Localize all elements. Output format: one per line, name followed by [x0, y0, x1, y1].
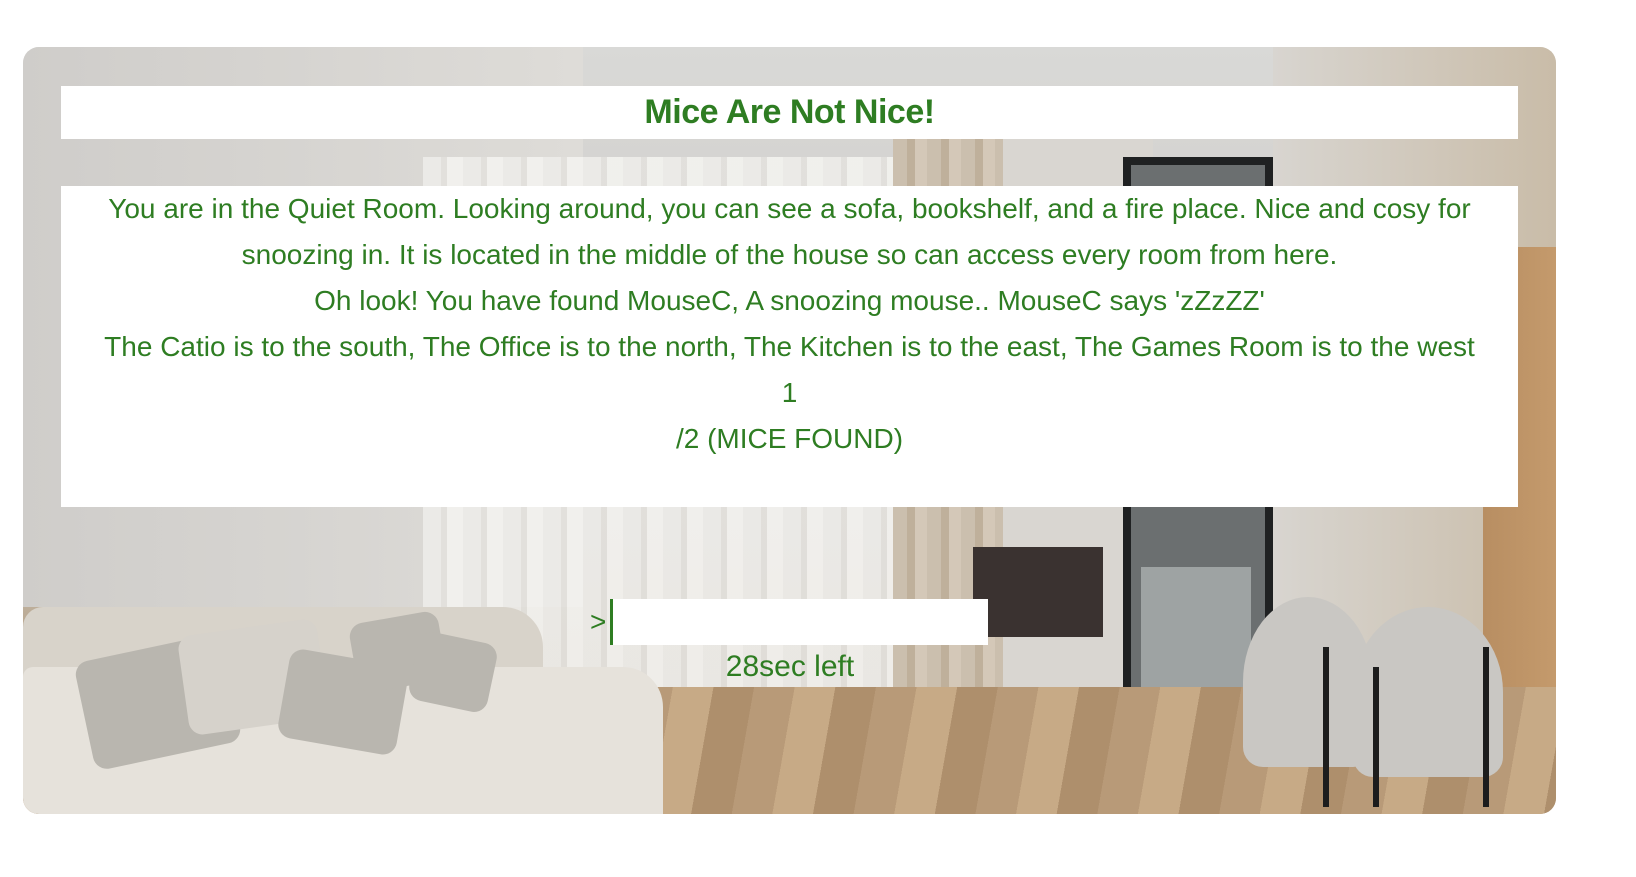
command-prompt: > [590, 599, 988, 645]
tv [973, 547, 1103, 637]
prompt-symbol: > [590, 606, 607, 637]
chair-leg [1323, 647, 1329, 807]
title-bar: Mice Are Not Nice! [61, 86, 1518, 139]
event-message: Oh look! You have found MouseC, A snoozi… [314, 285, 1265, 316]
chair-leg [1483, 647, 1489, 807]
game-title: Mice Are Not Nice! [644, 93, 935, 131]
mice-found-count: 1 [781, 377, 798, 408]
countdown-timer: 28sec left [725, 650, 855, 683]
room-description: You are in the Quiet Room. Looking aroun… [108, 193, 1471, 270]
command-input[interactable] [610, 599, 988, 645]
directions-text: The Catio is to the south, The Office is… [104, 331, 1475, 362]
chair-leg [1373, 667, 1379, 807]
mice-found-total: /2 (MICE FOUND) [675, 423, 904, 454]
story-panel: You are in the Quiet Room. Looking aroun… [61, 186, 1518, 507]
